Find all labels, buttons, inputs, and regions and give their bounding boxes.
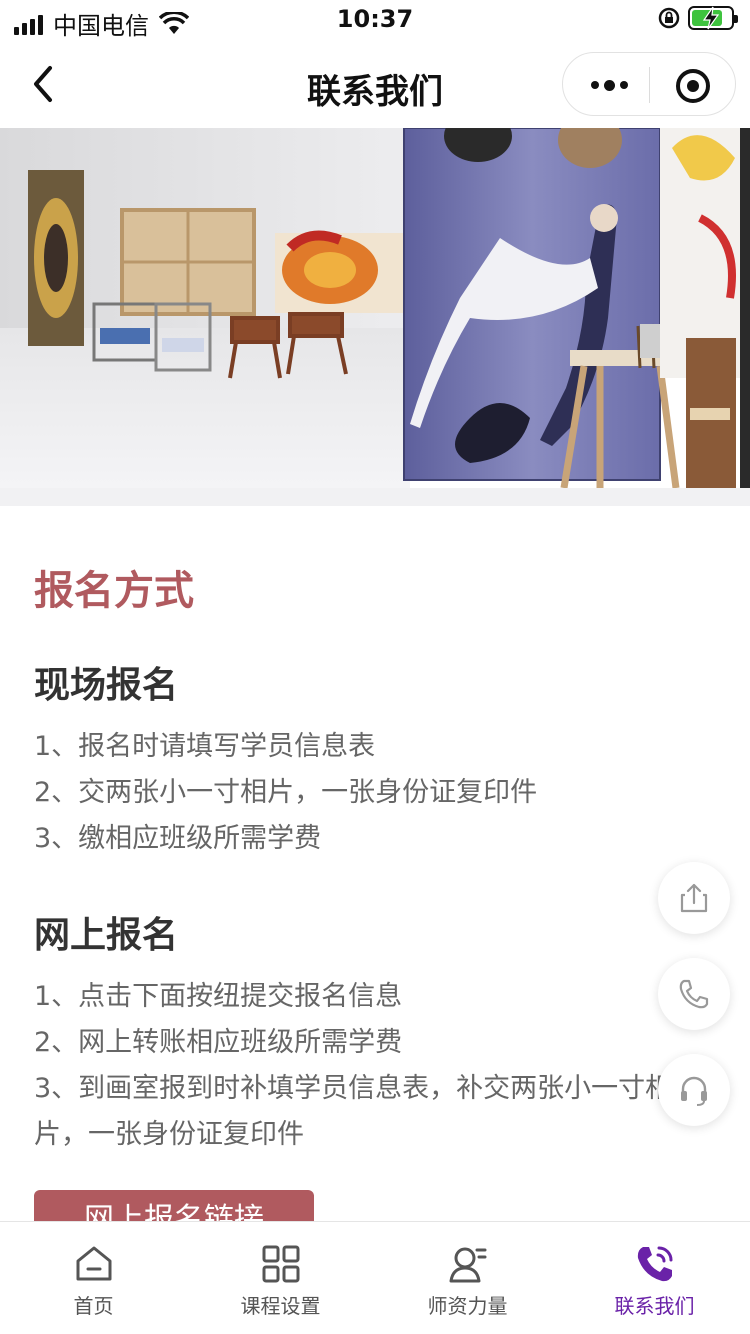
tab-label: 联系我们 [614, 1294, 695, 1318]
share-button[interactable] [658, 862, 730, 934]
rotation-lock-icon [658, 7, 680, 29]
status-bar: 中国电信 10:37 [0, 0, 750, 40]
onsite-title: 现场报名 [34, 665, 179, 706]
home-icon [76, 1246, 112, 1281]
more-icon[interactable] [587, 71, 631, 99]
grid-icon [262, 1245, 300, 1283]
onsite-item: 1、报名时请填写学员信息表 [34, 731, 376, 762]
section-title: 报名方式 [34, 568, 194, 614]
tab-teachers[interactable]: 师资力量 [374, 1222, 561, 1334]
online-item: 片，一张身份证复印件 [34, 1119, 304, 1150]
headset-icon [681, 1076, 707, 1106]
tab-bar: 首页 课程设置 师资力量 联系我们 [0, 1221, 750, 1334]
call-button[interactable] [658, 958, 730, 1030]
tab-label: 首页 [73, 1294, 114, 1318]
phone-icon [679, 979, 709, 1009]
customer-service-button[interactable] [658, 1054, 730, 1126]
battery-icon [688, 6, 738, 30]
tab-home[interactable]: 首页 [0, 1222, 187, 1334]
tab-courses[interactable]: 课程设置 [187, 1222, 374, 1334]
online-item: 2、网上转账相应班级所需学费 [34, 1027, 403, 1058]
online-item: 3、到画室报到时补填学员信息表，补交两张小一寸相 [34, 1073, 673, 1104]
miniprogram-capsule [562, 52, 736, 116]
onsite-item: 3、缴相应班级所需学费 [34, 823, 322, 854]
online-title: 网上报名 [34, 915, 179, 956]
navigation-bar: 联系我们 [0, 40, 750, 128]
tab-label: 课程设置 [240, 1294, 321, 1318]
online-item: 1、点击下面按纽提交报名信息 [34, 981, 403, 1012]
close-miniprogram-icon[interactable] [676, 69, 710, 103]
status-time: 10:37 [336, 5, 414, 33]
share-icon [680, 883, 708, 913]
section-divider [0, 488, 750, 506]
teacher-icon [449, 1247, 487, 1283]
onsite-item: 2、交两张小一寸相片，一张身份证复印件 [34, 777, 538, 808]
phone-icon [637, 1246, 673, 1282]
tab-label: 师资力量 [427, 1294, 508, 1318]
banner-image [0, 128, 750, 488]
tab-contact[interactable]: 联系我们 [561, 1222, 748, 1334]
